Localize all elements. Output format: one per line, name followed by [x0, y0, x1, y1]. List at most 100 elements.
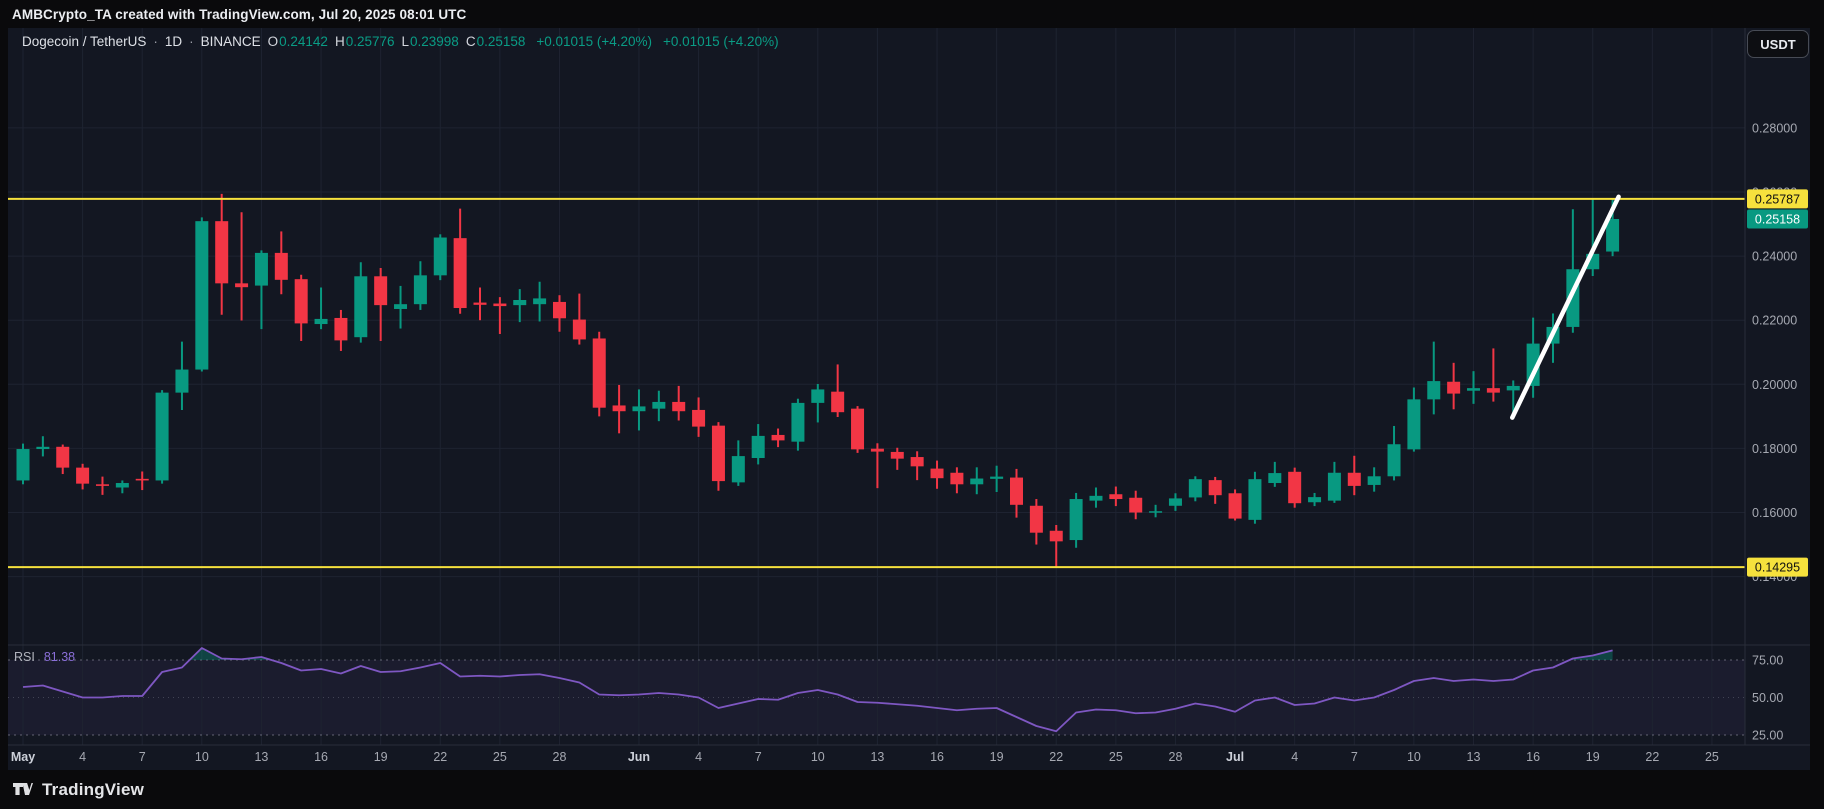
rsi-legend[interactable]: RSI 81.38 — [14, 650, 75, 664]
candle[interactable] — [871, 443, 884, 488]
candle[interactable] — [474, 288, 487, 321]
candle[interactable] — [692, 397, 705, 436]
candle[interactable] — [255, 250, 268, 329]
support-resistance-lines — [8, 199, 1745, 567]
candle[interactable] — [1407, 388, 1420, 452]
candle[interactable] — [831, 364, 844, 417]
candle[interactable] — [1288, 468, 1301, 508]
candle[interactable] — [1030, 499, 1043, 545]
candle[interactable] — [1229, 489, 1242, 520]
candle[interactable] — [1487, 348, 1500, 401]
candle[interactable] — [195, 217, 208, 371]
candle[interactable] — [235, 212, 248, 320]
time-axis-label: 7 — [755, 750, 762, 764]
ohlc-close: C0.25158 — [466, 34, 526, 49]
rsi-overbought-fill — [190, 648, 1613, 660]
candle[interactable] — [414, 261, 427, 310]
candle[interactable] — [931, 461, 944, 489]
symbol-name[interactable]: Dogecoin / TetherUS — [22, 34, 146, 49]
candle[interactable] — [791, 399, 804, 451]
symbol-header[interactable]: Dogecoin / TetherUS · 1D · BINANCE O0.24… — [22, 34, 779, 49]
svg-text:0.14295: 0.14295 — [1755, 561, 1800, 575]
candle[interactable] — [632, 389, 645, 430]
candle[interactable] — [1209, 477, 1222, 504]
attribution-bar: AMBCrypto_TA created with TradingView.co… — [0, 0, 1824, 28]
candle[interactable] — [434, 234, 447, 280]
candle[interactable] — [851, 406, 864, 453]
candle[interactable] — [911, 451, 924, 480]
time-axis-label: 22 — [433, 750, 447, 764]
candle[interactable] — [1169, 493, 1182, 511]
candle[interactable] — [156, 390, 169, 484]
level-price-tag: 0.25787 — [1747, 189, 1808, 208]
interval-label[interactable]: 1D — [165, 34, 182, 49]
candle[interactable] — [990, 466, 1003, 492]
footer-bar: TradingView — [0, 770, 1824, 809]
candle[interactable] — [215, 194, 228, 315]
candle[interactable] — [56, 445, 69, 474]
candle[interactable] — [652, 391, 665, 421]
candle[interactable] — [17, 444, 30, 485]
candle[interactable] — [1268, 462, 1281, 487]
candle[interactable] — [354, 262, 367, 342]
candle[interactable] — [712, 422, 725, 491]
candle[interactable] — [1189, 476, 1202, 501]
candle[interactable] — [1070, 493, 1083, 548]
candle[interactable] — [116, 480, 129, 493]
candle[interactable] — [275, 231, 288, 294]
price-axis-label: 0.24000 — [1752, 250, 1797, 264]
candle[interactable] — [1467, 371, 1480, 404]
candle[interactable] — [1248, 472, 1261, 524]
currency-toggle-button[interactable]: USDT — [1747, 30, 1809, 58]
time-axis[interactable]: May4710131619222528Jun4710131619222528Ju… — [11, 750, 1719, 764]
candle[interactable] — [334, 310, 347, 351]
candle[interactable] — [672, 386, 685, 421]
candle[interactable] — [454, 209, 467, 314]
candle[interactable] — [1109, 487, 1122, 507]
candle[interactable] — [136, 471, 149, 490]
candle[interactable] — [295, 275, 308, 341]
candle[interactable] — [175, 342, 188, 410]
candle[interactable] — [374, 268, 387, 341]
candle[interactable] — [1149, 505, 1162, 517]
candle[interactable] — [76, 464, 89, 490]
candle[interactable] — [1427, 342, 1440, 415]
candle[interactable] — [493, 297, 506, 334]
candle[interactable] — [533, 282, 546, 322]
exchange-label: BINANCE — [201, 34, 261, 49]
candle[interactable] — [96, 477, 109, 495]
candle[interactable] — [1388, 426, 1401, 480]
candle[interactable] — [1010, 469, 1023, 518]
candle[interactable] — [950, 467, 963, 493]
candle[interactable] — [752, 424, 765, 464]
rsi-indicator-label[interactable]: RSI — [14, 650, 35, 664]
tradingview-logo-icon[interactable] — [12, 780, 34, 800]
candle[interactable] — [1328, 462, 1341, 503]
candle[interactable] — [1129, 491, 1142, 520]
candle[interactable] — [553, 295, 566, 332]
candle[interactable] — [891, 448, 904, 470]
candle[interactable] — [593, 332, 606, 417]
candle[interactable] — [1050, 525, 1063, 567]
candle[interactable] — [573, 294, 586, 345]
time-axis-label: 4 — [695, 750, 702, 764]
candle[interactable] — [732, 440, 745, 486]
candle[interactable] — [513, 289, 526, 322]
candle[interactable] — [1348, 456, 1361, 495]
candle[interactable] — [970, 467, 983, 494]
tradingview-brand-text[interactable]: TradingView — [42, 780, 144, 800]
rsi-axis-label: 25.00 — [1752, 729, 1783, 743]
candle[interactable] — [1566, 209, 1579, 332]
candle[interactable] — [1447, 363, 1460, 409]
candle[interactable] — [1089, 488, 1102, 508]
candle[interactable] — [613, 385, 626, 433]
time-axis-label: 22 — [1049, 750, 1063, 764]
candle[interactable] — [315, 288, 328, 330]
candle[interactable] — [1368, 467, 1381, 491]
candle[interactable] — [1308, 493, 1321, 506]
chart-canvas[interactable]: 0.280000.260000.240000.220000.200000.180… — [0, 0, 1824, 809]
candle[interactable] — [36, 436, 49, 456]
candle[interactable] — [811, 384, 824, 422]
candle[interactable] — [394, 286, 407, 329]
candle[interactable] — [772, 429, 785, 448]
